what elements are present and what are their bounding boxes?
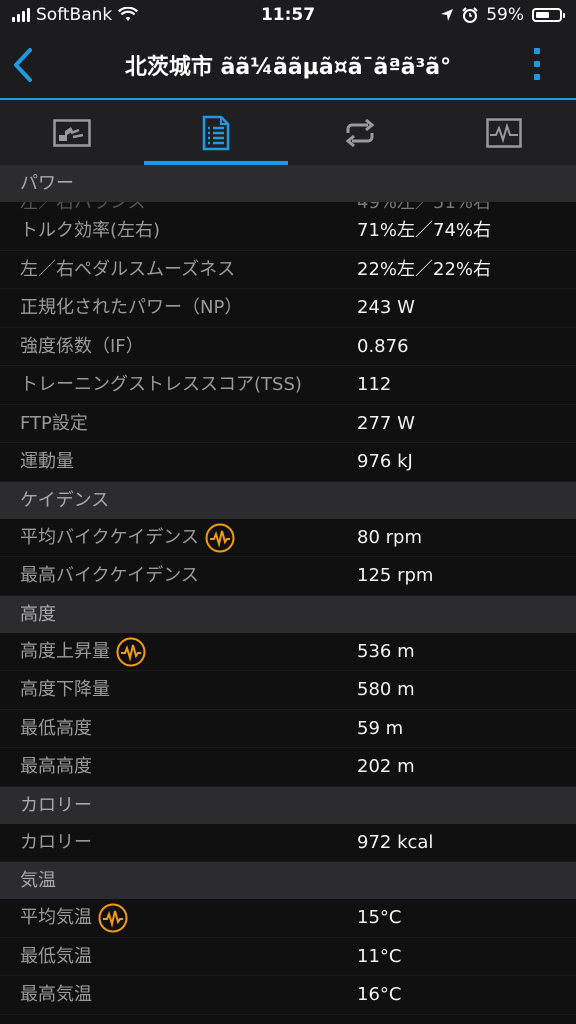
chart-tab-icon [53, 118, 91, 147]
stat-label: 最低気温 [20, 945, 92, 967]
stat-value: 112 [357, 374, 392, 395]
stat-row[interactable]: 正規化されたパワー（NP） 243 W [0, 289, 576, 328]
status-right-group: 59% [440, 5, 565, 25]
stat-row[interactable]: FTP設定 277 W [0, 404, 576, 443]
stat-row[interactable]: 最高バイクケイデンス 125 rpm [0, 557, 576, 596]
pulse-graph-icon[interactable] [116, 637, 146, 667]
stat-label: トルク効率(左右) [20, 220, 161, 241]
back-chevron-icon[interactable] [10, 46, 38, 84]
stat-value: 0.876 [357, 335, 409, 357]
stat-row[interactable]: 最高高度 202 m [0, 748, 576, 787]
section-header-cadence: ケイデンス [0, 481, 576, 519]
stat-row[interactable]: カロリー 972 kcal [0, 823, 576, 862]
stat-label: 最高高度 [20, 756, 92, 777]
stat-label: FTP設定 [20, 412, 88, 434]
pulse-graph-icon[interactable] [205, 523, 235, 553]
stat-label: 左／右ペダルスムーズネス [20, 258, 236, 280]
pulse-graph-icon[interactable] [98, 903, 128, 933]
battery-percent: 59% [486, 5, 524, 25]
stat-label-group: 平均気温 [20, 899, 128, 937]
stat-row[interactable]: 左／右ペダルスムーズネス 22%左／22%右 [0, 250, 576, 289]
stat-value: 11°C [357, 945, 402, 967]
alarm-icon [462, 7, 478, 23]
tab-laps[interactable] [288, 100, 432, 165]
stat-label-group: 平均バイクケイデンス [20, 519, 235, 557]
stat-value: 202 m [357, 756, 415, 777]
stat-label: トレーニングストレススコア(TSS) [20, 374, 302, 395]
stat-label: 高度上昇量 [20, 640, 110, 662]
stat-value: 580 m [357, 679, 415, 700]
stat-row[interactable]: トレーニングストレススコア(TSS) 112 [0, 366, 576, 405]
stat-value: 16°C [357, 984, 402, 1005]
stat-row[interactable]: 高度下降量 580 m [0, 671, 576, 710]
tab-graphs[interactable] [432, 100, 576, 165]
stat-value: 15°C [357, 907, 402, 928]
stat-label: 最低高度 [20, 717, 92, 739]
stat-value: 277 W [357, 412, 415, 434]
location-icon [441, 9, 454, 21]
stat-row[interactable]: 最高気温 16°C [0, 976, 576, 1015]
stat-row[interactable]: 高度上昇量 536 m [0, 632, 576, 671]
stat-value: 972 kcal [357, 831, 434, 853]
stat-value: 243 W [357, 297, 415, 318]
stat-label: 正規化されたパワー（NP） [20, 297, 243, 318]
section-header-elevation: 高度 [0, 595, 576, 633]
stat-row[interactable]: トルク効率(左右) 71%左／74%右 [0, 212, 576, 251]
stat-label: 最高気温 [20, 984, 92, 1005]
battery-fill [536, 12, 549, 18]
tab-bar [0, 100, 576, 165]
stat-row[interactable]: 最低気温 11°C [0, 937, 576, 976]
document-tab-icon [202, 115, 230, 150]
stat-row[interactable]: 強度係数（IF） 0.876 [0, 327, 576, 366]
stat-row[interactable]: 平均気温 15°C [0, 899, 576, 938]
stat-label-group: 高度上昇量 [20, 633, 146, 671]
stat-row[interactable]: 最低高度 59 m [0, 709, 576, 748]
section-header-calories: カロリー [0, 786, 576, 824]
stat-label: 高度下降量 [20, 679, 110, 700]
stat-row[interactable]: 平均バイクケイデンス 80 rpm [0, 518, 576, 557]
details-list: パワー 左／右バランス49%左／51%右 トルク効率(左右)71%左／74%右 … [0, 165, 576, 1015]
stat-label: 強度係数（IF） [20, 335, 144, 357]
stat-value: 80 rpm [357, 526, 422, 548]
section-header-temperature: 気温 [0, 862, 576, 899]
stat-value: 976 kJ [357, 451, 413, 472]
tab-details[interactable] [144, 100, 288, 165]
stat-value: 22%左／22%右 [357, 258, 492, 280]
more-options-icon[interactable] [534, 48, 542, 82]
scrolled-row-partial: 左／右バランス49%左／51%右 [0, 202, 576, 212]
tab-overview[interactable] [0, 100, 144, 165]
stat-label: 最高バイクケイデンス [20, 565, 199, 586]
stat-row[interactable]: 運動量 976 kJ [0, 443, 576, 482]
section-header-power: パワー [0, 165, 576, 202]
stat-value: 71%左／74%右 [357, 220, 492, 241]
stat-value: 59 m [357, 717, 404, 739]
repeat-tab-icon [345, 118, 375, 147]
graph-tab-icon [486, 117, 522, 148]
status-bar: SoftBank 11:57 59% [0, 0, 576, 32]
battery-icon [532, 8, 565, 22]
stat-label: 平均バイクケイデンス [20, 526, 199, 548]
stat-label: 平均気温 [20, 907, 92, 928]
stat-value: 536 m [357, 640, 415, 662]
stat-label: 運動量 [20, 451, 74, 472]
navigation-bar: 北茨城市 ãã¼ããµã¤ã¯ãªã³ã° [0, 32, 576, 100]
stat-label: カロリー [20, 831, 92, 853]
stat-value: 125 rpm [357, 565, 434, 586]
page-title: 北茨城市 ãã¼ããµã¤ã¯ãªã³ã° [124, 55, 452, 80]
